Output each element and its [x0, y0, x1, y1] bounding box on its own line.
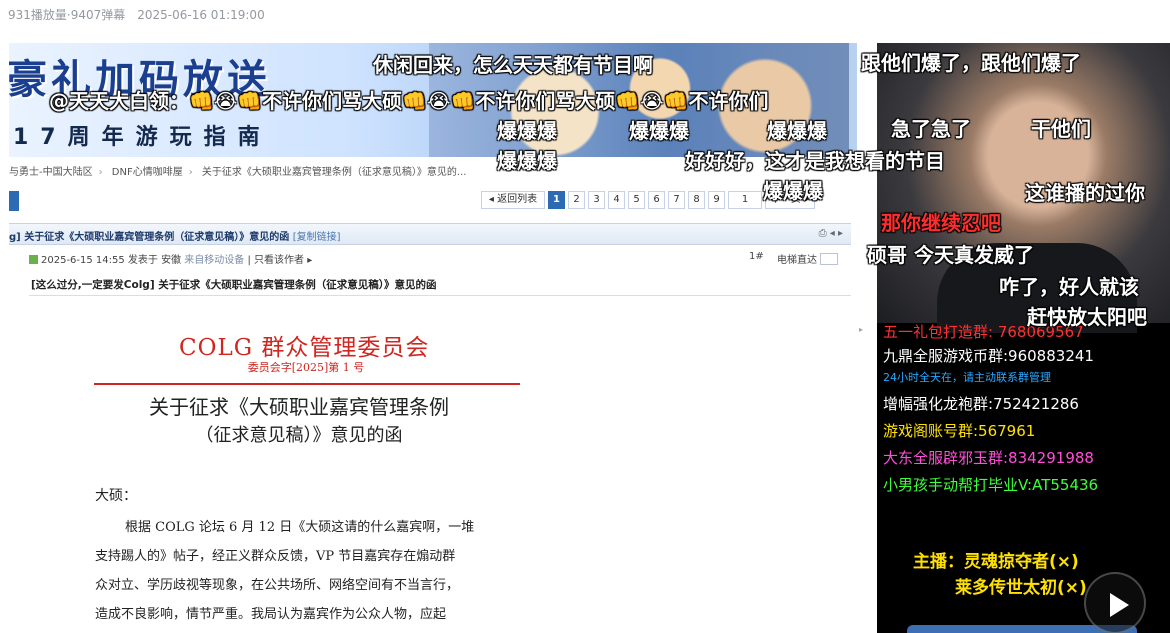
danmaku-comment: 爆爆爆 — [763, 179, 823, 203]
danmaku-comment: 爆爆爆 — [497, 119, 557, 143]
page-link: 6 — [648, 191, 665, 209]
group-ad-line: 九鼎全服游戏币群:960883241 — [883, 347, 1094, 365]
thread-title: g] 关于征求《大硕职业嘉宾管理条例（征求意见稿）》意见的函 [复制链接] — [9, 228, 341, 243]
print-nav-icons: ⎙ ◂ ▸ — [818, 228, 843, 239]
page-link: 8 — [688, 191, 705, 209]
danmaku-comment: 爆爆爆 — [767, 119, 827, 143]
floor-jump-input — [820, 253, 838, 265]
document-red-rule — [94, 383, 520, 385]
thread-title-text: g] 关于征求《大硕职业嘉宾管理条例（征求意见稿）》意见的函 — [9, 232, 290, 243]
meta-separator: | — [247, 255, 251, 266]
group-ad-line: 大东全服辟邪玉群:834291988 — [883, 449, 1094, 467]
post-meta: 2025-6-15 14:55 发表于 安徽 来自移动设备 | 只看该作者 ▸ … — [29, 251, 851, 269]
video-meta-bar: 931播放量·9407弹幕 2025-06-16 01:19:00 — [0, 0, 1170, 42]
left-tab-marker — [9, 191, 19, 211]
group-ad-line: 24小时全天在，请主动联系群管理 — [883, 371, 1051, 384]
side-scroll-arrow-icon: ▸ — [859, 325, 864, 334]
breadcrumb-item: 与勇士-中国大陆区 — [9, 167, 93, 178]
page-link: 4 — [608, 191, 625, 209]
copy-link: [复制链接] — [292, 232, 341, 243]
document-line: 众对立、学历歧视等现象，在公共场所、网络空间有不当言行， — [95, 578, 460, 593]
page-link: 2 — [568, 191, 585, 209]
danmaku-comment: @天天大白领：👊😭👊不许你们骂大硕👊😭👊不许你们骂大硕👊😭👊不许你们 — [49, 89, 769, 113]
danmaku-comment: 那你继续忍吧 — [881, 211, 1001, 235]
document-org: COLG 群众管理委员会 — [179, 335, 430, 361]
floor-jump: 电梯直达 — [777, 251, 838, 266]
play-button[interactable] — [1084, 572, 1146, 633]
page-link: 1 — [548, 191, 565, 209]
document-line: 根据 COLG 论坛 6 月 12 日《大硕这请的什么嘉宾啊，一堆 — [125, 520, 475, 535]
back-to-list-button: ◂ 返回列表 — [481, 191, 545, 209]
document-heading-1: 关于征求《大硕职业嘉宾管理条例 — [149, 395, 449, 419]
host-label-1: 主播：灵魂掠夺者(×) — [913, 552, 1079, 572]
author-only-link: 只看该作者 ▸ — [254, 255, 313, 266]
danmaku-comment: 爆爆爆 — [497, 149, 557, 173]
play-icon[interactable] — [1110, 593, 1129, 617]
floor-jump-label: 电梯直达 — [777, 255, 817, 266]
page-link: 9 — [708, 191, 725, 209]
danmaku-comment: 跟他们爆了，跟他们爆了 — [861, 51, 1081, 75]
danmaku-comment: 硕哥 今天真发威了 — [867, 243, 1034, 267]
document-number: 委员会字[2025]第 1 号 — [247, 361, 365, 374]
page-jump-input: 1 — [728, 191, 762, 209]
breadcrumb-item: DNF心情咖啡屋 — [111, 167, 183, 178]
document-body: 根据 COLG 论坛 6 月 12 日《大硕这请的什么嘉宾啊，一堆 支持踢人的》… — [95, 513, 535, 629]
document-salutation: 大硕： — [95, 488, 137, 504]
forum-page-frame: 豪礼加码放送 17周年游玩指南 与勇士-中国大陆区 › DNF心情咖啡屋 › 关于征… — [9, 43, 877, 633]
danmaku-comment: 好好好，这才是我想看的节目 — [685, 149, 945, 173]
breadcrumb-separator: › — [98, 167, 103, 178]
banner-subtitle: 17周年游玩指南 — [13, 125, 272, 150]
page-link: 7 — [668, 191, 685, 209]
host-label-2: 莱多传世太初(×) — [955, 578, 1087, 598]
danmaku-comment: 急了急了 — [891, 117, 971, 141]
group-ad-line: 小男孩手动帮打毕业V:AT55436 — [883, 476, 1099, 494]
danmaku-comment: 干他们 — [1031, 117, 1091, 141]
post-source: 来自移动设备 — [184, 255, 245, 266]
group-ad-line: 游戏阁账号群:567961 — [883, 422, 1036, 440]
thread-title-bar: g] 关于征求《大硕职业嘉宾管理条例（征求意见稿）》意见的函 [复制链接] ⎙ … — [9, 223, 851, 245]
document-heading-2: （征求意见稿）》意见的函 — [195, 425, 403, 446]
post-time: 2025-6-15 14:55 发表于 安徽 — [41, 255, 182, 266]
danmaku-comment: 咋了，好人就该 — [999, 275, 1139, 299]
danmaku-comment: 这谁播的过你 — [1025, 181, 1145, 205]
video-player[interactable]: 豪礼加码放送 17周年游玩指南 与勇士-中国大陆区 › DNF心情咖啡屋 › 关于征… — [9, 43, 1170, 633]
video-stats: 931播放量·9407弹幕 2025-06-16 01:19:00 — [8, 8, 265, 22]
breadcrumb-item: 关于征求《大硕职业嘉宾管理条例（征求意见稿）》意见的... — [201, 167, 467, 178]
document-line: 造成不良影响，情节严重。我局认为嘉宾作为公众人物，应起 — [95, 607, 447, 622]
danmaku-comment: 休闲回来，怎么天天都有节目啊 — [373, 53, 653, 77]
post-title: [这么过分,一定要发Colg] 关于征求《大硕职业嘉宾管理条例（征求意见稿）》意… — [31, 279, 437, 291]
danmaku-comment: 爆爆爆 — [629, 119, 689, 143]
online-icon — [29, 255, 38, 264]
page-link: 3 — [588, 191, 605, 209]
breadcrumb-separator: › — [188, 167, 193, 178]
post-divider — [29, 295, 851, 296]
page-link: 5 — [628, 191, 645, 209]
group-ad-line: 增幅强化龙袍群:752421286 — [883, 395, 1079, 413]
floor-number: 1# — [749, 251, 764, 262]
document-line: 支持踢人的》帖子，经正义群众反馈，VP 节目嘉宾存在煽动群 — [95, 549, 456, 564]
danmaku-comment: 赶快放太阳吧 — [1027, 305, 1147, 329]
